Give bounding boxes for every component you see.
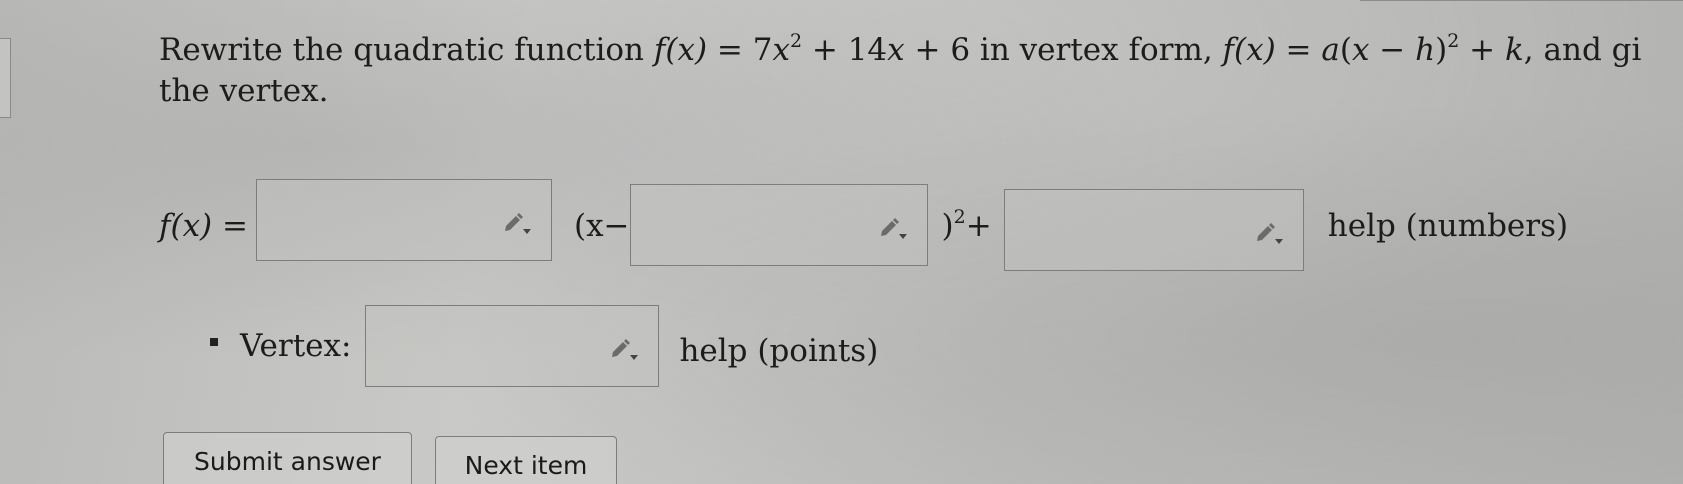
answer-row: f(x) = (x− )2+ help (numbers) [159,176,1568,276]
h-input[interactable] [629,184,928,266]
left-panel-edge [0,38,11,118]
pencil-dropdown-icon[interactable] [610,336,640,362]
top-divider [1360,0,1683,1]
bullet-icon [210,338,218,346]
submit-answer-button[interactable]: Submit answer [163,432,412,484]
a-input[interactable] [255,179,552,261]
pencil-dropdown-icon[interactable] [1255,220,1285,246]
pencil-dropdown-icon[interactable] [503,210,533,236]
pencil-dropdown-icon[interactable] [879,215,909,241]
fx-label: f(x) = [159,208,248,244]
question-text: Rewrite the quadratic function f(x) = 7x… [159,30,1683,112]
question-line-2: the vertex. [159,73,329,109]
vertex-input[interactable] [365,305,660,387]
vertex-label: Vertex: [240,328,352,364]
next-item-button[interactable]: Next item [435,436,617,484]
help-numbers-link[interactable]: help (numbers) [1328,208,1568,244]
k-input[interactable] [1003,189,1304,271]
help-points-link[interactable]: help (points) [679,333,878,369]
vertex-row: Vertex: help (points) [210,304,878,388]
open-paren-label: (x− [573,208,630,244]
close-paren-label: )2+ [941,206,992,245]
